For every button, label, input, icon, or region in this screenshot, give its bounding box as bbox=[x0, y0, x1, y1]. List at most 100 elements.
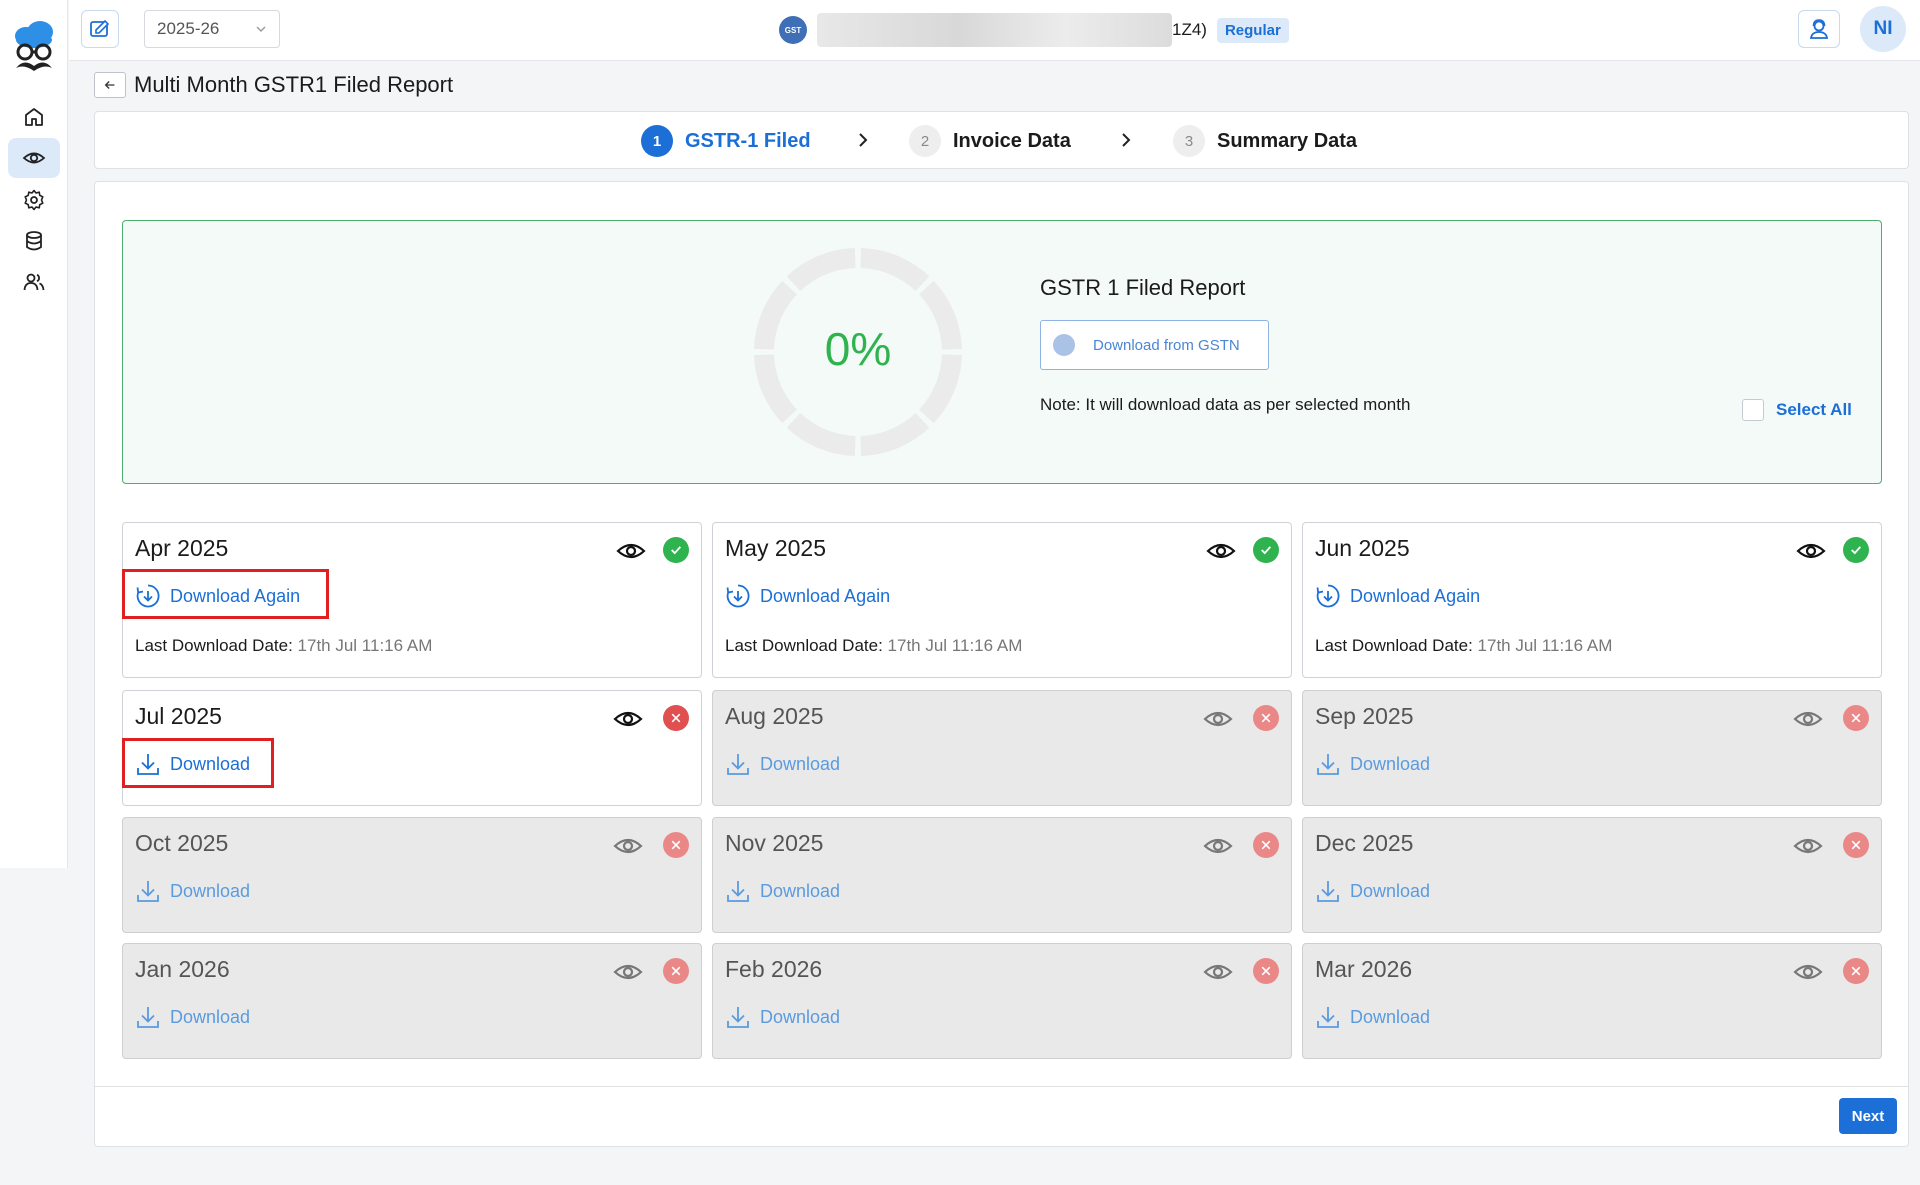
download-link[interactable]: Download bbox=[1315, 878, 1430, 904]
home-icon bbox=[25, 108, 43, 126]
back-button[interactable] bbox=[94, 72, 126, 98]
sidebar-item-home[interactable] bbox=[8, 97, 60, 137]
refresh-download-icon bbox=[1315, 583, 1341, 609]
sidebar-item-database[interactable] bbox=[8, 221, 60, 261]
download-label: Download bbox=[760, 880, 841, 901]
view-eye-icon[interactable] bbox=[1793, 707, 1823, 731]
x-circle-icon bbox=[1843, 832, 1869, 858]
view-eye-icon[interactable] bbox=[1793, 834, 1823, 858]
checkbox[interactable] bbox=[1742, 399, 1764, 421]
download-again-link[interactable]: Download Again bbox=[725, 583, 890, 609]
report-title: GSTR 1 Filed Report bbox=[1040, 275, 1246, 300]
download-label: Download Again bbox=[1350, 585, 1481, 606]
view-eye-icon[interactable] bbox=[1203, 960, 1233, 984]
check-circle-icon bbox=[663, 537, 689, 563]
view-eye-icon[interactable] bbox=[613, 834, 643, 858]
last-download-label: Last Download Date: bbox=[135, 636, 298, 655]
x-circle-icon bbox=[663, 832, 689, 858]
last-download-label: Last Download Date: bbox=[1315, 636, 1478, 655]
financial-year-value: 2025-26 bbox=[157, 19, 220, 38]
month-card: Jun 2025 Download Again Last Download Date… bbox=[1302, 522, 1882, 678]
app-logo-icon bbox=[10, 18, 58, 78]
month-name: Feb 2026 bbox=[725, 956, 823, 982]
last-download-date: Last Download Date: 17th Jul 11:16 AM bbox=[1315, 636, 1612, 656]
step-number: 3 bbox=[1173, 125, 1205, 157]
sidebar-item-view[interactable] bbox=[8, 138, 60, 178]
chevron-down-icon bbox=[256, 26, 266, 32]
summary-box bbox=[122, 220, 1882, 484]
gstin-redacted bbox=[817, 13, 1172, 47]
month-card: Aug 2025 Download bbox=[712, 690, 1292, 806]
step-number: 2 bbox=[909, 125, 941, 157]
month-card: Jan 2026 Download bbox=[122, 943, 702, 1059]
x-circle-icon bbox=[663, 705, 689, 731]
download-again-link[interactable]: Download Again bbox=[1315, 583, 1480, 609]
download-link[interactable]: Download bbox=[1315, 751, 1430, 777]
download-link[interactable]: Download bbox=[725, 751, 840, 777]
sidebar-item-settings[interactable] bbox=[8, 180, 60, 220]
download-link[interactable]: Download bbox=[725, 878, 840, 904]
x-circle-icon bbox=[1253, 958, 1279, 984]
last-download-date: Last Download Date: 17th Jul 11:16 AM bbox=[135, 636, 432, 656]
month-name: Mar 2026 bbox=[1315, 956, 1413, 982]
arrow-left-icon bbox=[104, 81, 115, 89]
view-eye-icon[interactable] bbox=[1793, 960, 1823, 984]
gst-logo-text: GST bbox=[784, 25, 802, 35]
step-label: GSTR-1 Filed bbox=[685, 129, 811, 152]
profile-button[interactable] bbox=[1798, 10, 1840, 48]
view-eye-icon[interactable] bbox=[1203, 834, 1233, 858]
download-from-gstn-label: Download from GSTN bbox=[1093, 336, 1240, 354]
download-from-gstn-button[interactable]: Download from GSTN bbox=[1040, 320, 1269, 370]
app-switcher-button[interactable] bbox=[81, 10, 119, 48]
gstin-selector[interactable]: GST 1Z4) Regular bbox=[779, 12, 1289, 48]
download-icon bbox=[1315, 1004, 1341, 1030]
download-label: Download bbox=[1350, 880, 1431, 901]
step-gstr1-filed[interactable]: 1 GSTR-1 Filed bbox=[641, 125, 811, 157]
check-circle-icon bbox=[1253, 537, 1279, 563]
chevron-right-icon bbox=[859, 133, 868, 147]
next-button[interactable]: Next bbox=[1839, 1098, 1897, 1134]
user-initials: NI bbox=[1873, 18, 1893, 39]
select-all-checkbox[interactable]: Select All bbox=[1742, 399, 1852, 421]
month-name: Nov 2025 bbox=[725, 830, 824, 856]
download-link[interactable]: Download bbox=[135, 1004, 250, 1030]
view-eye-icon[interactable] bbox=[613, 707, 643, 731]
download-icon bbox=[135, 1004, 161, 1030]
month-name: Jun 2025 bbox=[1315, 535, 1410, 561]
download-label: Download bbox=[170, 1006, 251, 1027]
highlight-download bbox=[122, 738, 274, 788]
download-icon bbox=[135, 878, 161, 904]
select-all-label: Select All bbox=[1776, 400, 1852, 419]
step-invoice-data[interactable]: 2 Invoice Data bbox=[909, 125, 1071, 157]
view-eye-icon[interactable] bbox=[613, 960, 643, 984]
download-link[interactable]: Download bbox=[1315, 1004, 1430, 1030]
view-eye-icon[interactable] bbox=[616, 539, 646, 563]
month-name: Oct 2025 bbox=[135, 830, 229, 856]
last-download-value: 17th Jul 11:16 AM bbox=[297, 636, 433, 655]
download-icon bbox=[725, 751, 751, 777]
view-eye-icon[interactable] bbox=[1796, 539, 1826, 563]
month-card: Feb 2026 Download bbox=[712, 943, 1292, 1059]
download-label: Download bbox=[760, 1006, 841, 1027]
download-link[interactable]: Download bbox=[725, 1004, 840, 1030]
download-label: Download bbox=[1350, 1006, 1431, 1027]
sidebar bbox=[0, 0, 68, 868]
gst-logo-icon: GST bbox=[779, 16, 807, 44]
download-icon bbox=[725, 1004, 751, 1030]
last-download-value: 17th Jul 11:16 AM bbox=[887, 636, 1023, 655]
month-name: Apr 2025 bbox=[135, 535, 229, 561]
download-link[interactable]: Download bbox=[135, 878, 250, 904]
page-title: Multi Month GSTR1 Filed Report bbox=[134, 72, 454, 97]
last-download-value: 17th Jul 11:16 AM bbox=[1477, 636, 1613, 655]
step-summary-data[interactable]: 3 Summary Data bbox=[1173, 125, 1357, 157]
download-label: Download bbox=[760, 753, 841, 774]
user-avatar[interactable]: NI bbox=[1860, 6, 1906, 52]
step-label: Summary Data bbox=[1217, 129, 1358, 152]
stepper: 1 GSTR-1 Filed 2 Invoice Data 3 Summary … bbox=[94, 111, 1909, 169]
sidebar-item-users[interactable] bbox=[8, 262, 60, 302]
footer-divider bbox=[95, 1086, 1908, 1087]
financial-year-select[interactable]: 2025-26 bbox=[144, 10, 280, 48]
view-eye-icon[interactable] bbox=[1203, 707, 1233, 731]
view-eye-icon[interactable] bbox=[1206, 539, 1236, 563]
topbar: 2025-26 GST 1Z4) Regular NI bbox=[69, 0, 1920, 61]
